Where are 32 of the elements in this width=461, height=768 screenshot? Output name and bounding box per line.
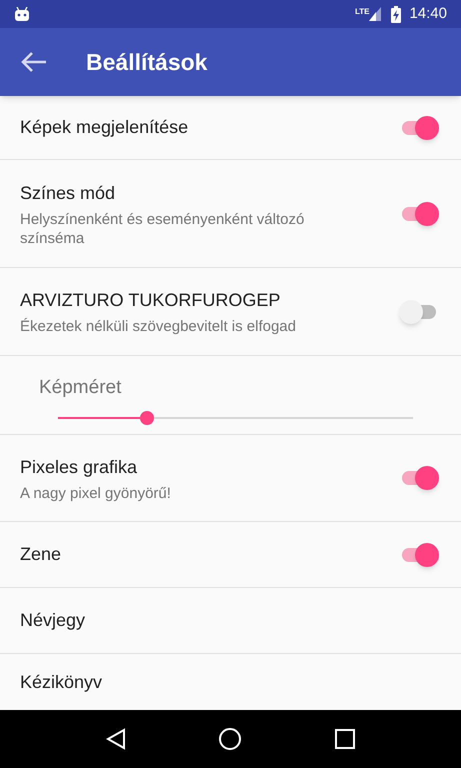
battery-charging-icon — [391, 6, 402, 22]
settings-item[interactable]: Pixeles grafika A nagy pixel gyönyörű! — [0, 435, 461, 522]
setting-title: Névjegy — [20, 609, 86, 632]
toolbar-title: Beállítások — [86, 48, 208, 77]
recents-square-icon — [334, 729, 355, 749]
back-triangle-icon — [106, 728, 126, 750]
setting-title: Pixeles grafika — [20, 456, 138, 479]
settings-item[interactable]: Zene — [0, 522, 461, 588]
settings-item[interactable]: Színes mód Helyszínenként és eseményenként változó színséma — [0, 160, 461, 268]
home-button[interactable] — [218, 727, 242, 751]
home-circle-icon — [218, 727, 242, 751]
settings-item[interactable]: Kézikönyv — [0, 654, 461, 710]
setting-title: Zene — [20, 543, 62, 566]
settings-item[interactable]: Névjegy — [0, 588, 461, 654]
setting-title: Képek megjelenítése — [20, 116, 190, 139]
setting-summary: Helyszínenként és eseményenként változó színséma — [20, 210, 306, 248]
back-arrow-icon — [21, 51, 47, 73]
signal-icon — [369, 7, 382, 21]
clock-time: 14:40 — [409, 4, 447, 24]
slider-label: Képméret — [39, 376, 122, 400]
setting-summary: Ékezetek nélküli szövegbevitelt is elfogad — [20, 317, 297, 336]
setting-title: Kézikönyv — [20, 670, 104, 694]
network-label: LTE — [354, 6, 370, 18]
setting-title: ARVIZTURO TUKORFUROGEP — [20, 289, 282, 312]
settings-item[interactable]: Képek megjelenítése — [0, 96, 461, 160]
setting-title: Színes mód — [20, 182, 116, 204]
size-slider[interactable] — [58, 410, 413, 424]
android-icon — [14, 7, 30, 21]
settings-item[interactable]: ARVIZTURO TUKORFUROGEP Ékezetek nélküli szövegbevitelt is elfogad — [0, 268, 461, 356]
recents-button[interactable] — [334, 729, 355, 749]
setting-summary: A nagy pixel gyönyörű! — [20, 484, 172, 502]
back-nav-button[interactable] — [106, 728, 126, 750]
